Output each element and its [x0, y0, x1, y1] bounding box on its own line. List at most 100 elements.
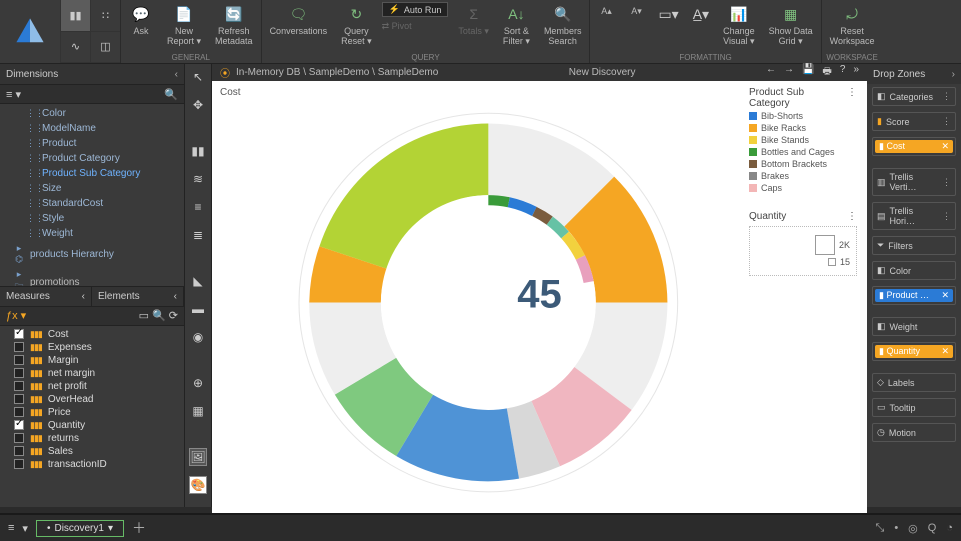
measure-item[interactable]: ▮▮▮Sales: [0, 445, 184, 458]
dimensions-header[interactable]: Dimensions‹: [0, 64, 184, 84]
view-scatter-icon[interactable]: ∷: [90, 0, 120, 32]
conversations-button[interactable]: 🗨Conversations: [266, 2, 332, 38]
dimension-item[interactable]: ⋮⋮Product: [0, 136, 184, 151]
expand-icon[interactable]: »: [853, 64, 859, 81]
font-decrease-button[interactable]: A▾: [624, 2, 648, 18]
measures-tools[interactable]: ▭ 🔍 ⟳: [139, 309, 178, 322]
measure-item[interactable]: ▮▮▮Expenses: [0, 341, 184, 354]
remove-chip-icon[interactable]: ✕: [941, 141, 949, 152]
chart-canvas[interactable]: Cost: [212, 81, 867, 514]
refresh-metadata-button[interactable]: 🔄Refresh Metadata: [211, 2, 257, 48]
dz-score[interactable]: ▮Score⋮: [872, 112, 956, 131]
remove-chip-icon[interactable]: ✕: [941, 346, 949, 357]
format-dropdown[interactable]: ▭▾: [654, 2, 682, 26]
search-icon[interactable]: 🔍: [164, 88, 178, 101]
measure-item[interactable]: ▮▮▮Price: [0, 406, 184, 419]
pointer-tool-icon[interactable]: ↖: [189, 68, 207, 86]
save-icon[interactable]: 💾: [802, 64, 814, 81]
move-tool-icon[interactable]: ✥: [189, 96, 207, 114]
dimension-item[interactable]: ⋮⋮Color: [0, 106, 184, 121]
legend-menu-icon[interactable]: ⋮: [847, 87, 857, 109]
area-chart-icon[interactable]: ◣: [189, 272, 207, 290]
autorun-toggle[interactable]: ⚡Auto Run: [382, 2, 449, 17]
measure-item[interactable]: ▮▮▮transactionID: [0, 458, 184, 471]
legend-item[interactable]: Caps: [749, 183, 857, 193]
measure-item[interactable]: ▮▮▮net profit: [0, 380, 184, 393]
fx-icon[interactable]: ƒx ▾: [6, 309, 26, 322]
change-visual-button[interactable]: 📊Change Visual ▾: [719, 2, 759, 48]
dimension-item[interactable]: ⋮⋮Weight: [0, 226, 184, 241]
sort-filter-button[interactable]: A↓Sort & Filter ▾: [499, 2, 534, 48]
menu-icon[interactable]: ≡: [8, 522, 14, 534]
line-chart-icon[interactable]: ≋: [189, 170, 207, 188]
dimension-item[interactable]: ⋮⋮StandardCost: [0, 196, 184, 211]
elements-header[interactable]: Elements‹: [92, 287, 184, 306]
bubble-chart-icon[interactable]: ◉: [189, 328, 207, 346]
dz-labels[interactable]: ◇Labels: [872, 373, 956, 392]
measure-item[interactable]: ▮▮▮returns: [0, 432, 184, 445]
dimension-item[interactable]: ▸ ⌬products Hierarchy: [0, 241, 184, 267]
breadcrumb-path[interactable]: In-Memory DB \ SampleDemo \ SampleDemo: [236, 67, 438, 78]
image-tool-icon[interactable]: 🖼: [189, 448, 207, 466]
legend-item[interactable]: Bottom Brackets: [749, 159, 857, 169]
print-icon[interactable]: 🖶: [822, 64, 831, 81]
legend-item[interactable]: Bike Stands: [749, 135, 857, 145]
remove-chip-icon[interactable]: ✕: [941, 290, 949, 301]
totals-button[interactable]: ΣTotals ▾: [454, 2, 493, 38]
dz-filters[interactable]: ⏷Filters: [872, 236, 956, 255]
view-link-icon[interactable]: ∿: [60, 32, 90, 64]
font-increase-button[interactable]: A▴: [594, 2, 618, 18]
legend-item[interactable]: Bib-Shorts: [749, 111, 857, 121]
dz-motion[interactable]: ◷Motion: [872, 423, 956, 442]
measure-item[interactable]: ▮▮▮Cost: [0, 328, 184, 341]
help-icon[interactable]: ?: [840, 64, 846, 81]
dz-weight-chip[interactable]: ▮ Quantity✕: [872, 342, 956, 361]
dz-trellis-horiz[interactable]: ▤Trellis Hori…⋮: [872, 202, 956, 230]
new-report-button[interactable]: 📄New Report ▾: [163, 2, 205, 48]
ask-button[interactable]: 💬Ask: [125, 2, 157, 38]
globe-icon[interactable]: ⊕: [189, 374, 207, 392]
query-reset-button[interactable]: ↻Query Reset ▾: [337, 2, 376, 48]
color-tool-icon[interactable]: 🎨: [189, 476, 207, 494]
dimension-item[interactable]: ⋮⋮ModelName: [0, 121, 184, 136]
search-footer-icon[interactable]: Q: [928, 522, 937, 535]
nav-forward-icon[interactable]: →: [784, 64, 794, 81]
list-icon[interactable]: ≡ ▾: [6, 88, 21, 101]
measure-item[interactable]: ▮▮▮OverHead: [0, 393, 184, 406]
view-grid-icon[interactable]: ◫: [90, 32, 120, 64]
add-tab-button[interactable]: ＋: [132, 518, 146, 538]
dimension-item[interactable]: ▸ 🗀promotions: [0, 267, 184, 286]
dimension-item[interactable]: ⋮⋮Size: [0, 181, 184, 196]
nav-back-icon[interactable]: ←: [766, 64, 776, 81]
grid-icon[interactable]: ▦: [189, 402, 207, 420]
dropdown-icon[interactable]: ▾: [22, 522, 28, 535]
stacked-chart-icon[interactable]: ▬: [189, 300, 207, 318]
align-icon[interactable]: ≣: [189, 226, 207, 244]
discovery-tab[interactable]: •Discovery1▾: [36, 520, 124, 537]
bar-chart-icon[interactable]: ▮▮: [189, 142, 207, 160]
show-data-grid-button[interactable]: ▦Show Data Grid ▾: [765, 2, 817, 48]
dz-trellis-vert[interactable]: ▥Trellis Verti…⋮: [872, 168, 956, 196]
dz-score-chip[interactable]: ▮ Cost✕: [872, 137, 956, 156]
legend-item[interactable]: Brakes: [749, 171, 857, 181]
view-chart-icon[interactable]: ▮▮: [60, 0, 90, 32]
dimension-item[interactable]: ⋮⋮Product Category: [0, 151, 184, 166]
dimension-item[interactable]: ⋮⋮Product Sub Category: [0, 166, 184, 181]
target-icon[interactable]: ◎: [908, 522, 918, 535]
measure-item[interactable]: ▮▮▮net margin: [0, 367, 184, 380]
measure-item[interactable]: ▮▮▮Margin: [0, 354, 184, 367]
pivot-button[interactable]: ⇄ Pivot: [382, 19, 449, 31]
table-icon[interactable]: ≡: [189, 198, 207, 216]
measure-item[interactable]: ▮▮▮Quantity: [0, 419, 184, 432]
legend-menu-icon[interactable]: ⋮: [847, 211, 857, 222]
dz-color-chip[interactable]: ▮ Product …✕: [872, 286, 956, 305]
reset-workspace-button[interactable]: ⤾Reset Workspace: [826, 2, 879, 48]
legend-item[interactable]: Bottles and Cages: [749, 147, 857, 157]
timer-icon[interactable]: ◔: [946, 522, 953, 535]
dz-color[interactable]: ◧Color: [872, 261, 956, 280]
collapse-icon[interactable]: ‹: [175, 69, 178, 80]
align-dropdown[interactable]: A̲▾: [689, 2, 713, 26]
drop-zones-header[interactable]: Drop Zones›: [867, 64, 961, 84]
measures-header[interactable]: Measures‹: [0, 287, 92, 306]
dz-categories[interactable]: ◧Categories⋮: [872, 87, 956, 106]
